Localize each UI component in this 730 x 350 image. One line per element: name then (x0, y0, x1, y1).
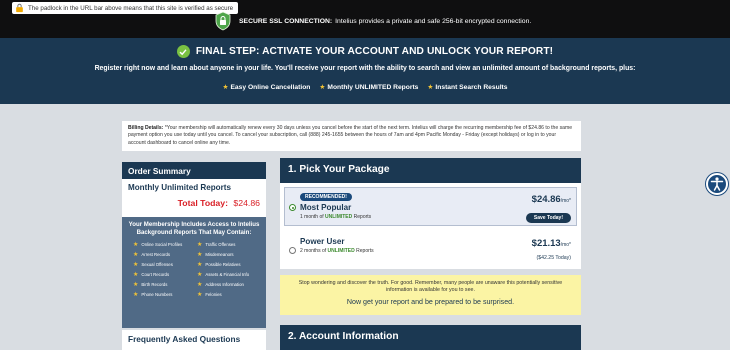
notice-text: Stop wondering and discover the truth. F… (298, 280, 563, 294)
perk-list: ★ Easy Online Cancellation ★ Monthly UNLIM… (0, 83, 730, 91)
order-total-label: Total Today: (177, 198, 228, 208)
star-icon: ★ (197, 282, 203, 289)
lock-icon (16, 3, 23, 13)
package-name: Most Popular (300, 203, 352, 212)
star-icon: ★ (133, 292, 139, 299)
star-icon: ★ (133, 272, 139, 279)
perk-item: ★ Easy Online Cancellation (222, 84, 311, 91)
star-icon: ★ (133, 252, 139, 259)
package-price: $24.86/mo* (531, 194, 571, 205)
ssl-notice: SECURE SSL CONNECTION: Intelius provides… (214, 11, 531, 31)
order-summary: Order Summary Monthly Unlimited Reports … (122, 162, 266, 328)
notice-cta: Now get your report and be prepared to b… (346, 297, 515, 306)
notice-box: Stop wondering and discover the truth. F… (280, 275, 581, 315)
recommended-badge: RECOMMENDED! (300, 193, 352, 201)
package-name: Power User (300, 237, 345, 246)
package-description: 1 month of UNLIMITED Reports (300, 214, 372, 220)
list-item: ★ Online Social Profiles (133, 242, 183, 249)
list-item: ★ Birth Records (133, 282, 168, 289)
package-picker-title: 1. Pick Your Package (280, 158, 581, 183)
hero-title-text: FINAL STEP: ACTIVATE YOUR ACCOUNT AND UN… (195, 46, 554, 57)
package-total-today: ($42.25 Today) (536, 255, 571, 261)
order-total: Total Today: $24.86 (128, 198, 260, 208)
hero-banner: FINAL STEP: ACTIVATE YOUR ACCOUNT AND UN… (0, 38, 730, 104)
star-icon: ★ (197, 242, 203, 249)
perk-item: ★ Monthly UNLIMITED Reports (319, 84, 419, 91)
padlock-tooltip: The padlock in the URL bar above means t… (12, 2, 239, 14)
package-option-most-popular[interactable]: RECOMMENDED! Most Popular 1 month of UNL… (284, 187, 577, 226)
account-information-heading: 2. Account Information (280, 325, 581, 350)
star-icon: ★ (197, 262, 203, 269)
access-list: ★ Online Social Profiles ★ Traffic Offense… (127, 241, 261, 298)
star-icon: ★ (133, 262, 139, 269)
list-item: ★ Sexual Offenses (133, 262, 173, 269)
star-icon: ★ (133, 242, 139, 249)
list-item: ★ Traffic Offenses (197, 242, 236, 249)
hero-title: FINAL STEP: ACTIVATE YOUR ACCOUNT AND UN… (0, 45, 730, 58)
billing-details: Billing Details: *Your membership will a… (122, 121, 581, 151)
list-item: ★ Misdemeanors (197, 252, 234, 259)
order-plan-name: Monthly Unlimited Reports (128, 183, 231, 192)
hero-subtitle: Register right now and learn about anyon… (94, 65, 636, 72)
star-icon: ★ (197, 252, 203, 259)
star-icon: ★ (319, 84, 326, 91)
check-icon (176, 45, 190, 58)
list-item: ★ Arrest Records (133, 252, 171, 259)
save-today-button[interactable]: Save Today! (525, 213, 571, 223)
billing-text: *Your membership will automatically rene… (128, 125, 573, 146)
security-topbar: The padlock in the URL bar above means t… (0, 0, 730, 38)
order-summary-body: Monthly Unlimited Reports Total Today: $… (122, 179, 266, 217)
ssl-text: Intelius provides a private and safe 256… (335, 17, 532, 25)
list-item: ★ Felonies (197, 292, 222, 299)
list-item: ★ Phone Numbers (133, 292, 173, 299)
list-item: ★ Address Information (197, 282, 244, 289)
padlock-tip-text: The padlock in the URL bar above means t… (28, 4, 234, 12)
package-radio[interactable] (289, 204, 296, 211)
list-item: ★ Possible Relatives (197, 262, 241, 269)
membership-access-title: Your Membership Includes Access to Intel… (128, 221, 260, 237)
list-item: ★ Assets & Financial Info (197, 272, 250, 279)
membership-access: Your Membership Includes Access to Intel… (122, 217, 266, 328)
star-icon: ★ (133, 282, 139, 289)
ssl-title: SECURE SSL CONNECTION: (239, 17, 333, 25)
package-price: $21.13/mo* (531, 238, 571, 249)
star-icon: ★ (197, 272, 203, 279)
billing-label: Billing Details: (128, 125, 164, 131)
order-total-value: $24.86 (233, 198, 260, 208)
star-icon: ★ (427, 84, 434, 91)
package-description: 2 months of UNLIMITED Reports (300, 248, 374, 254)
package-radio[interactable] (289, 247, 296, 254)
package-picker: 1. Pick Your Package RECOMMENDED! Most P… (280, 158, 581, 269)
star-icon: ★ (197, 292, 203, 299)
faq-heading[interactable]: Frequently Asked Questions (122, 330, 266, 350)
package-option-power-user[interactable]: Power User 2 months of UNLIMITED Reports… (284, 230, 577, 269)
star-icon: ★ (222, 84, 229, 91)
package-options: RECOMMENDED! Most Popular 1 month of UNL… (280, 183, 581, 269)
perk-item: ★ Instant Search Results (427, 84, 508, 91)
order-summary-title: Order Summary (122, 162, 266, 179)
accessibility-icon[interactable] (706, 173, 728, 195)
list-item: ★ Court Records (133, 272, 170, 279)
shield-icon (215, 11, 231, 31)
